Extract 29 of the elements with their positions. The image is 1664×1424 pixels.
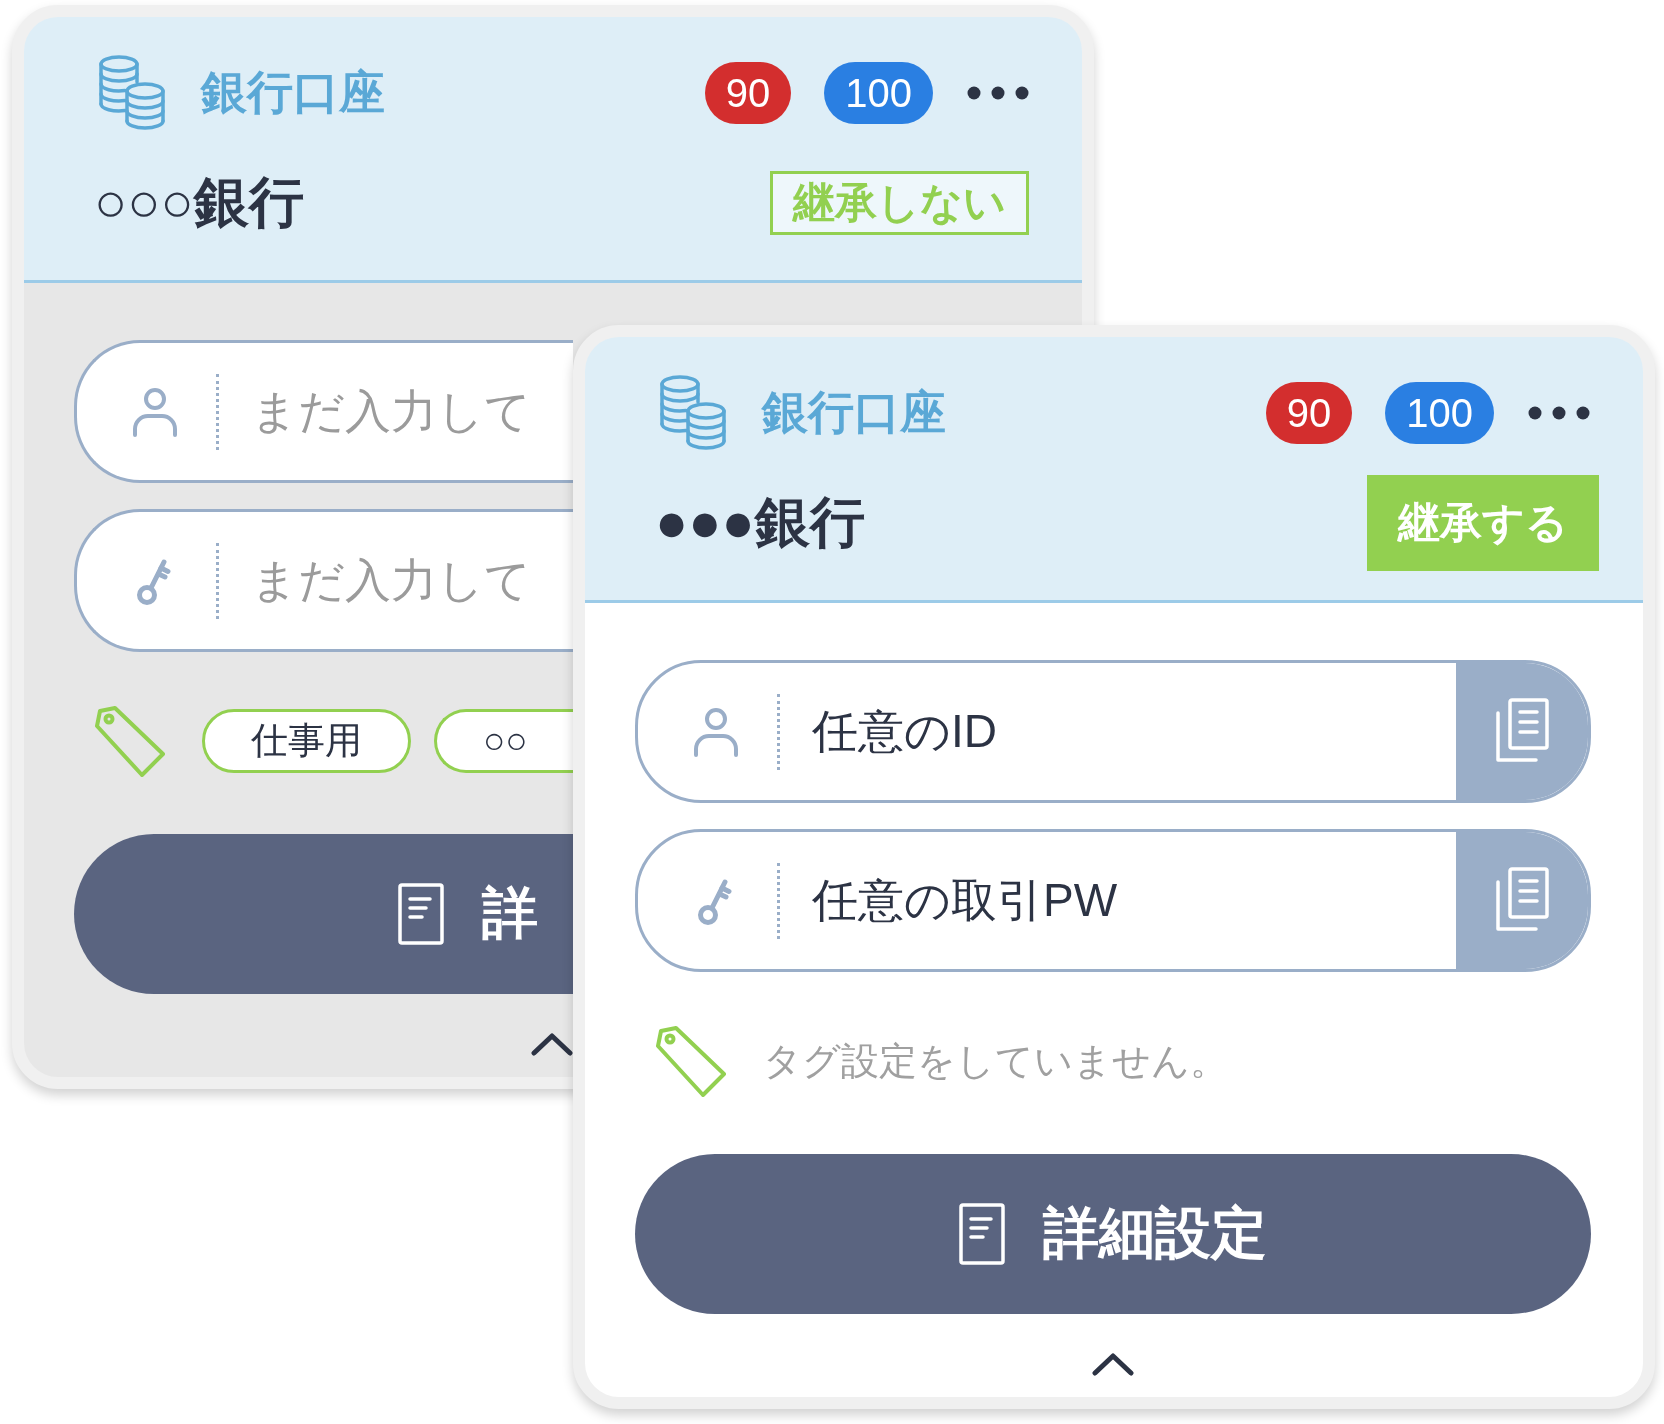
category-title: 銀行口座 [201,65,385,120]
count-badge: 90 [704,62,792,124]
count-badge: 90 [1265,382,1353,444]
category-title: 銀行口座 [762,385,946,440]
tag-chip: ○○ [434,709,573,773]
document-icon [397,882,445,946]
caret-up-icon[interactable] [1092,1352,1134,1376]
tag-icon [655,1025,727,1097]
bank-name: ●●●銀行 [655,490,865,555]
no-tags-message: タグ設定をしていません。 [763,1038,1228,1084]
tag-chip: 仕事用 [202,709,411,773]
copy-icon [1495,866,1549,931]
document-icon [958,1202,1006,1266]
tag-icon [94,705,166,777]
detail-settings-button[interactable]: 詳細設定 [635,1154,1591,1314]
person-icon [130,386,180,437]
bank-name: ○○○銀行 [94,170,304,235]
count-badge: 100 [824,62,933,124]
id-field[interactable]: 任意のID [635,660,1591,803]
coins-icon [658,375,728,451]
caret-up-icon[interactable] [531,1032,573,1056]
more-icon[interactable] [967,86,1029,100]
more-icon[interactable] [1528,406,1590,420]
copy-icon [1495,697,1549,762]
person-icon [691,706,741,757]
count-badge: 100 [1385,382,1494,444]
coins-icon [97,55,167,131]
detail-settings-button[interactable]: 詳 [74,834,573,994]
password-field[interactable]: 任意の取引PW [635,829,1591,972]
